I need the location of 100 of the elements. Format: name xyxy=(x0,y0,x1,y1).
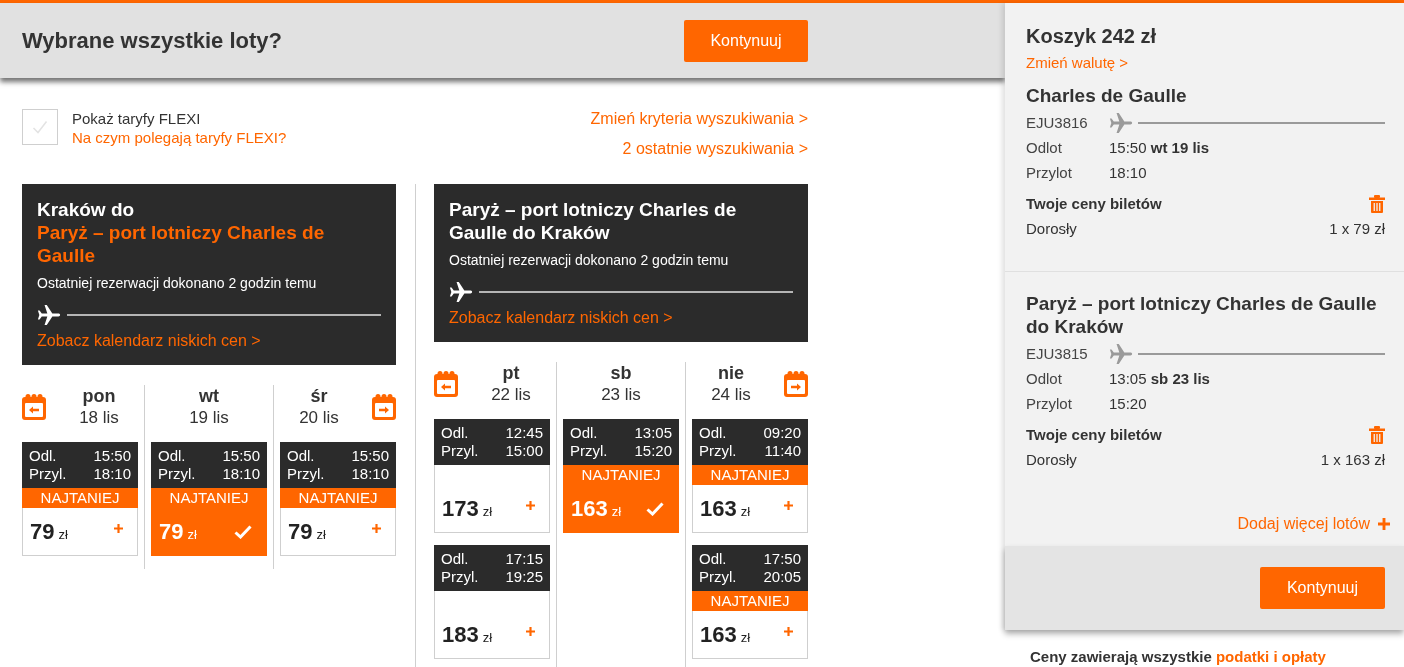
arrival-label: Przyl. xyxy=(699,568,737,586)
schedule-label: Odlot xyxy=(1026,369,1063,389)
arrival-time: 19:25 xyxy=(505,568,543,586)
basket-flight-title: Paryż – port lotniczy Charles de Gaulle do Kraków xyxy=(1026,292,1378,338)
flight-option-card[interactable]: Odl. 15:50 Przyl. 18:10 NAJTANIEJ 79 zł xyxy=(22,442,138,556)
price-amount: 173 xyxy=(442,496,479,522)
departure-label: Odl. xyxy=(570,424,598,442)
arrival-label: Przyl. xyxy=(441,442,479,460)
booking-note: Ostatniej rezerwacji dokonano 2 godzin temu xyxy=(449,251,730,270)
schedule-label: Przylot xyxy=(1026,394,1073,414)
day-date: 19 lis xyxy=(189,407,229,429)
schedule-value: 13:05 sb 23 lis xyxy=(1109,369,1210,389)
search-link[interactable]: Zmień kryteria wyszukiwania > xyxy=(590,109,808,129)
currency-label: zł xyxy=(316,527,326,543)
schedule-value: 18:10 xyxy=(1109,163,1147,183)
price-amount: 79 xyxy=(288,519,313,545)
departure-label: Odl. xyxy=(29,447,57,465)
flight-option-card[interactable]: Odl. 13:05 Przyl. 15:20 NAJTANIEJ 163 zł xyxy=(563,419,679,533)
cheapest-badge: NAJTANIEJ xyxy=(692,465,808,485)
departure-time: 17:50 xyxy=(763,550,801,568)
arrival-time: 15:20 xyxy=(634,442,672,460)
departure-time: 15:50 xyxy=(93,447,131,465)
plus-icon[interactable] xyxy=(784,627,793,636)
checkmark-icon xyxy=(646,502,664,516)
plus-icon[interactable] xyxy=(114,524,123,533)
plus-icon[interactable] xyxy=(1378,518,1390,530)
route-title: Kraków do xyxy=(37,198,136,221)
plus-icon[interactable] xyxy=(526,627,535,636)
continue-button[interactable]: Kontynuuj xyxy=(684,19,808,62)
ticket-prices-heading: Twoje ceny biletów xyxy=(1026,194,1162,214)
currency-label: zł xyxy=(58,527,68,543)
taxes-fees-link[interactable]: podatki i opłaty xyxy=(1215,648,1326,665)
arrival-time: 18:10 xyxy=(222,465,260,483)
passenger-price: 1 x 163 zł xyxy=(1320,450,1385,470)
plus-icon[interactable] xyxy=(784,501,793,510)
airplane-icon xyxy=(1109,112,1133,133)
departure-label: Odl. xyxy=(441,550,469,568)
schedule-label: Przylot xyxy=(1026,163,1073,183)
departure-time: 12:45 xyxy=(505,424,543,442)
cheapest-badge: NAJTANIEJ xyxy=(280,488,396,508)
arrival-label: Przyl. xyxy=(287,465,325,483)
plus-icon[interactable] xyxy=(372,524,381,533)
trash-icon[interactable] xyxy=(1369,195,1385,213)
plus-icon[interactable] xyxy=(526,501,535,510)
passenger-type: Dorosły xyxy=(1026,219,1077,239)
page-title: Wybrane wszystkie loty? xyxy=(22,27,282,54)
basket-title: Koszyk 242 zł xyxy=(1026,24,1158,49)
trash-icon[interactable] xyxy=(1369,426,1385,444)
add-flights-link[interactable]: Dodaj więcej lotów xyxy=(1237,514,1390,534)
day-name: nie xyxy=(718,362,744,384)
day-name: wt xyxy=(199,385,219,407)
flight-option-card[interactable]: Odl. 12:45 Przyl. 15:00 173 zł xyxy=(434,419,550,533)
flight-option-card[interactable]: Odl. 17:50 Przyl. 20:05 NAJTANIEJ 163 zł xyxy=(692,545,808,659)
arrival-label: Przyl. xyxy=(29,465,67,483)
departure-label: Odl. xyxy=(158,447,186,465)
currency-label: zł xyxy=(482,504,493,520)
checkmark-icon xyxy=(32,120,48,134)
flight-option-card[interactable]: Odl. 09:20 Przyl. 11:40 NAJTANIEJ 163 zł xyxy=(692,419,808,533)
day-date: 23 lis xyxy=(601,384,641,406)
checkmark-icon xyxy=(234,525,252,539)
departure-label: Odl. xyxy=(699,550,727,568)
schedule-value: 15:20 xyxy=(1109,394,1147,414)
arrival-time: 11:40 xyxy=(764,442,801,460)
search-link[interactable]: 2 ostatnie wyszukiwania > xyxy=(622,139,808,159)
arrival-time: 15:00 xyxy=(505,442,543,460)
passenger-price: 1 x 79 zł xyxy=(1329,219,1385,239)
departure-time: 17:15 xyxy=(505,550,543,568)
airplane-icon xyxy=(1109,343,1133,364)
day-date: 24 lis xyxy=(711,384,751,406)
currency-label: zł xyxy=(611,504,622,520)
low-fare-calendar-link[interactable]: Zobacz kalendarz niskich cen > xyxy=(449,309,673,326)
arrival-time: 18:10 xyxy=(351,465,389,483)
schedule-label: Odlot xyxy=(1026,138,1063,158)
arrival-label: Przyl. xyxy=(441,568,479,586)
departure-time: 13:05 xyxy=(634,424,672,442)
route-title: Paryż – port lotniczy Charles de Gaulle xyxy=(37,221,326,267)
price-amount: 79 xyxy=(159,519,184,545)
day-name: pt xyxy=(502,362,520,384)
flight-number: EJU3816 xyxy=(1026,113,1089,133)
airplane-icon xyxy=(449,282,473,302)
flight-option-card[interactable]: Odl. 17:15 Przyl. 19:25 183 zł xyxy=(434,545,550,659)
airplane-icon xyxy=(37,305,61,325)
flight-option-card[interactable]: Odl. 15:50 Przyl. 18:10 NAJTANIEJ 79 zł xyxy=(280,442,396,556)
departure-label: Odl. xyxy=(441,424,469,442)
flight-option-card[interactable]: Odl. 15:50 Przyl. 18:10 NAJTANIEJ 79 zł xyxy=(151,442,267,556)
departure-label: Odl. xyxy=(287,447,315,465)
continue-button[interactable]: Kontynuuj xyxy=(1260,567,1385,609)
flexi-checkbox[interactable] xyxy=(22,109,58,145)
price-amount: 79 xyxy=(30,519,55,545)
flexi-info-link[interactable]: Na czym polegają taryfy FLEXI? xyxy=(72,128,287,147)
currency-label: zł xyxy=(482,630,493,646)
booking-note: Ostatniej rezerwacji dokonano 2 godzin temu xyxy=(37,274,318,293)
day-date: 20 lis xyxy=(299,407,339,429)
low-fare-calendar-link[interactable]: Zobacz kalendarz niskich cen > xyxy=(37,332,261,349)
price-disclaimer: Ceny zawierają wszystkie podatki i opłaty xyxy=(1029,647,1327,666)
price-amount: 163 xyxy=(571,496,608,522)
day-name: pon xyxy=(82,385,116,407)
change-currency-link[interactable]: Zmień walutę > xyxy=(1026,54,1129,71)
arrival-label: Przyl. xyxy=(699,442,737,460)
departure-time: 15:50 xyxy=(351,447,389,465)
